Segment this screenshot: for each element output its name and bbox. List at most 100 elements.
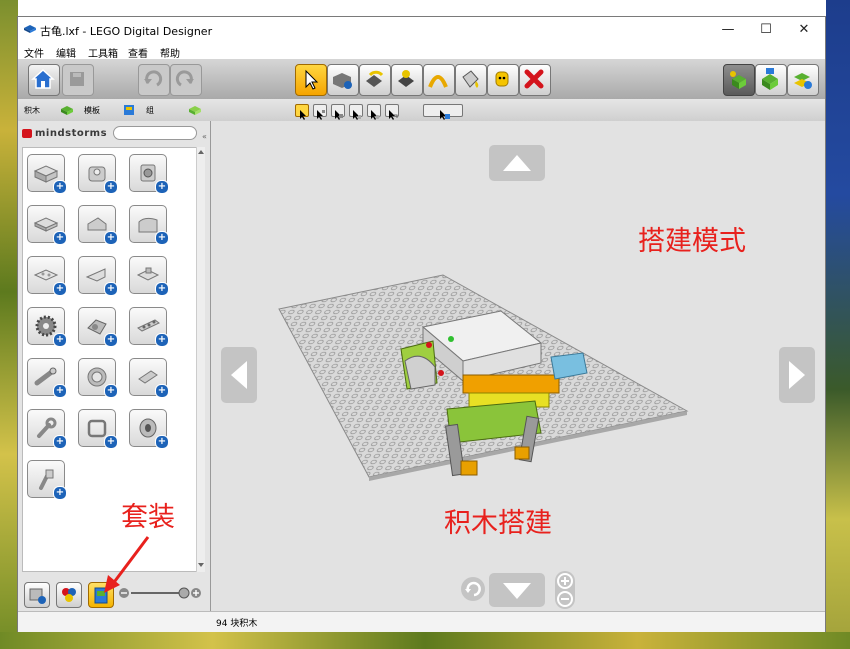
brick-category-pulleys[interactable]: + — [129, 409, 169, 449]
shape-select-button[interactable] — [367, 104, 381, 120]
plus-badge-icon: + — [104, 282, 118, 296]
brick-category-slopes[interactable]: + — [78, 205, 118, 245]
multi-select-icon — [317, 110, 325, 120]
brick-category-misc[interactable]: + — [27, 460, 67, 500]
palette-brand: mindstorms — [35, 128, 108, 139]
save-button[interactable] — [62, 64, 94, 96]
paint-tool-button[interactable] — [455, 64, 487, 96]
arrow-down-icon — [503, 583, 531, 599]
select-tool-button[interactable] — [295, 64, 327, 96]
minimize-button[interactable]: — — [709, 17, 747, 43]
brick-category-motors[interactable]: + — [78, 307, 118, 347]
maximize-button[interactable]: ☐ — [747, 17, 785, 43]
home-button[interactable] — [28, 64, 60, 96]
palette-search-input[interactable] — [113, 126, 197, 140]
scroll-up-icon[interactable] — [197, 149, 205, 155]
window-title: 古龟.lxf - LEGO Digital Designer — [40, 25, 213, 38]
brick-category-slope-round[interactable]: + — [78, 154, 118, 194]
brick-category-plates[interactable]: + — [27, 205, 67, 245]
desktop-background-bottom — [0, 632, 850, 649]
collapse-panel-icon[interactable]: « — [202, 132, 207, 141]
hinge-tool-button[interactable] — [359, 64, 391, 96]
invert-select-button[interactable] — [385, 104, 399, 120]
tab-bricks[interactable]: 积木 — [24, 105, 40, 116]
template-tab-icon — [124, 105, 134, 115]
plus-badge-icon: + — [155, 333, 169, 347]
color-select-button[interactable] — [349, 104, 363, 120]
zoom-control[interactable] — [555, 571, 575, 609]
secondary-toolbar: 积木 模板 组 — [18, 99, 825, 122]
menu-file[interactable]: 文件 — [24, 45, 44, 60]
tab-templates[interactable]: 模板 — [84, 105, 100, 116]
scroll-down-icon[interactable] — [197, 562, 205, 568]
flex-tool-button[interactable] — [423, 64, 455, 96]
group-tab-icon — [189, 106, 201, 115]
view-mode-button[interactable] — [755, 64, 787, 96]
plus-badge-icon: + — [53, 384, 67, 398]
tab-groups[interactable]: 组 — [146, 105, 154, 116]
brick-category-technic-brick[interactable]: + — [129, 154, 169, 194]
home-icon — [31, 68, 55, 89]
plus-badge-icon: + — [104, 384, 118, 398]
build-mode-button[interactable] — [723, 64, 755, 96]
brick-count-status: 94 块积木 — [216, 619, 258, 629]
menu-bar: 文件 编辑 工具箱 查看 帮助 — [18, 43, 825, 60]
pan-down-button[interactable] — [489, 573, 545, 607]
plus-badge-icon: + — [155, 435, 169, 449]
lego-logo-mark — [22, 129, 32, 138]
clone-brick-icon — [333, 73, 352, 89]
desktop-background-right — [826, 0, 850, 649]
flex-bend-icon — [428, 75, 448, 88]
menu-help[interactable]: 帮助 — [160, 45, 180, 60]
brick-category-tiles[interactable]: + — [27, 256, 67, 296]
model-scene — [278, 274, 689, 481]
build-canvas[interactable]: 搭建模式 积木搭建 — [211, 121, 825, 611]
single-select-button[interactable] — [295, 104, 309, 120]
brick-category-tools[interactable]: + — [27, 409, 67, 449]
palette-scrollbar[interactable] — [196, 147, 205, 572]
menu-view[interactable]: 查看 — [128, 45, 148, 60]
zoom-in-icon[interactable] — [190, 587, 202, 599]
brick-category-axles[interactable]: + — [27, 358, 67, 398]
plus-badge-icon: + — [155, 384, 169, 398]
multi-select-button[interactable] — [313, 104, 327, 120]
decorate-tool-button[interactable] — [487, 64, 519, 96]
invert-select-icon — [389, 110, 398, 120]
redo-button[interactable] — [170, 64, 202, 96]
instructions-mode-button[interactable] — [787, 64, 819, 96]
paint-bucket-icon — [462, 70, 479, 88]
hinge-align-tool-button[interactable] — [391, 64, 423, 96]
app-window: 古龟.lxf - LEGO Digital Designer — ☐ ✕ 文件 … — [17, 16, 826, 632]
brick-category-curved[interactable]: + — [129, 205, 169, 245]
brick-category-connectors[interactable]: + — [129, 358, 169, 398]
connected-select-button[interactable] — [331, 104, 345, 120]
desktop-background-left — [0, 0, 18, 649]
lego-app-icon — [24, 25, 36, 33]
color-filter-button[interactable] — [56, 582, 82, 608]
connected-select-icon — [335, 110, 343, 120]
menu-edit[interactable]: 编辑 — [56, 45, 76, 60]
add-brick-icon — [29, 588, 46, 604]
color-palette-icon — [62, 588, 76, 602]
brick-category-special-plates[interactable]: + — [129, 256, 169, 296]
brick-category-wheels[interactable]: + — [78, 358, 118, 398]
undo-button[interactable] — [138, 64, 170, 96]
add-bricks-button[interactable] — [24, 582, 50, 608]
plus-badge-icon: + — [53, 231, 67, 245]
group-select-button[interactable] — [423, 104, 463, 120]
pan-right-button[interactable] — [779, 347, 815, 403]
brick-category-wedge-plates[interactable]: + — [78, 256, 118, 296]
clone-tool-button[interactable] — [327, 64, 359, 96]
close-button[interactable]: ✕ — [785, 17, 823, 43]
brick-category-beams[interactable]: + — [129, 307, 169, 347]
brick-category-frames[interactable]: + — [78, 409, 118, 449]
group-select-icon — [440, 110, 450, 120]
menu-toolbox[interactable]: 工具箱 — [88, 45, 118, 60]
plus-badge-icon: + — [53, 282, 67, 296]
delete-tool-button[interactable] — [519, 64, 551, 96]
brick-category-basic[interactable]: + — [27, 154, 67, 194]
slider-thumb-icon[interactable] — [178, 587, 190, 599]
pan-up-button[interactable] — [489, 145, 545, 181]
brick-category-gears[interactable]: + — [27, 307, 67, 347]
rotate-view-button[interactable] — [461, 577, 485, 601]
